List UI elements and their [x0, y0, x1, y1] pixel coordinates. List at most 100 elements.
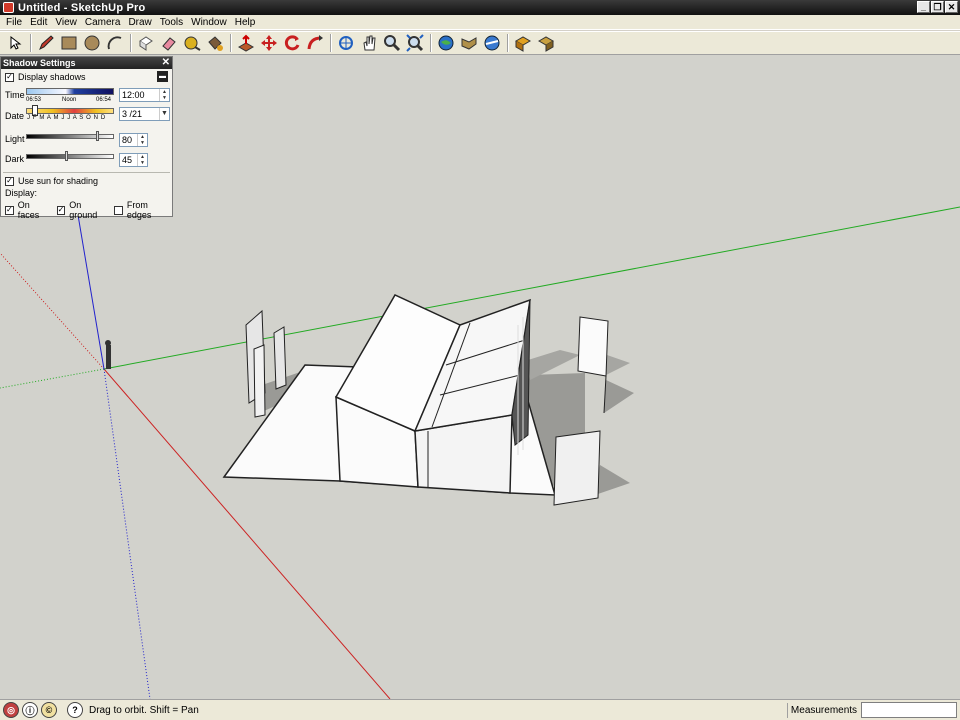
rotate-icon[interactable]	[281, 32, 303, 54]
panel-left-2	[253, 344, 266, 418]
restore-button[interactable]: ❐	[931, 1, 944, 13]
toggle-terrain-icon[interactable]	[535, 32, 557, 54]
ground-shadow	[604, 380, 634, 413]
light-value: 80	[122, 135, 133, 145]
toolbar-separator	[130, 34, 132, 52]
measurements-input[interactable]	[861, 702, 957, 718]
dark-label: Dark	[5, 154, 25, 164]
blue-axis-hidden	[103, 368, 151, 699]
time-start-label: 06:53	[26, 97, 42, 103]
toolbar-separator	[30, 34, 32, 52]
push-pull-icon[interactable]	[235, 32, 257, 54]
time-input[interactable]: 12:00 ▲ ▼	[119, 88, 170, 102]
toolbar-separator	[430, 34, 432, 52]
from-edges-checkbox[interactable]	[114, 205, 123, 215]
display-shadows-row: ✓ Display shadows	[5, 72, 86, 82]
menu-window[interactable]: Window	[187, 17, 231, 28]
panel-left-3	[273, 326, 287, 390]
toggle-details-icon[interactable]: ▬	[157, 71, 168, 82]
circle-icon[interactable]	[81, 32, 103, 54]
panel-divider	[3, 172, 170, 173]
toolbar	[0, 31, 960, 55]
window-controls: _ ❐ ✕	[917, 1, 958, 13]
dark-input[interactable]: 45 ▲ ▼	[119, 153, 148, 167]
pencil-icon[interactable]	[35, 32, 57, 54]
menu-tools[interactable]: Tools	[156, 17, 187, 28]
light-input[interactable]: 80 ▲ ▼	[119, 133, 148, 147]
geo-location-icon[interactable]: ◎	[3, 702, 19, 718]
from-edges-label: From edges	[126, 200, 152, 220]
follow-me-icon[interactable]	[304, 32, 326, 54]
ground-shadow	[595, 465, 630, 495]
eraser-icon[interactable]	[158, 32, 180, 54]
menu-draw[interactable]: Draw	[124, 17, 155, 28]
orbit-icon[interactable]	[335, 32, 357, 54]
light-slider-thumb[interactable]	[96, 131, 99, 141]
instructor-help-icon[interactable]: ?	[67, 702, 83, 718]
rectangle-icon[interactable]	[58, 32, 80, 54]
sketchup-app-icon	[3, 2, 14, 13]
panel-title: Shadow Settings	[3, 58, 76, 68]
get-current-view-icon[interactable]	[512, 32, 534, 54]
dark-slider[interactable]	[26, 154, 114, 159]
month-ticks: J F M A M J J A S O N D	[27, 115, 106, 121]
display-shadows-checkbox[interactable]: ✓	[5, 72, 14, 82]
menu-camera[interactable]: Camera	[81, 17, 125, 28]
get-models-icon[interactable]	[435, 32, 457, 54]
title-bar: Untitled - SketchUp Pro _ ❐ ✕	[0, 0, 960, 15]
menu-edit[interactable]: Edit	[26, 17, 51, 28]
arc-icon[interactable]	[104, 32, 126, 54]
window-title: Untitled - SketchUp Pro	[18, 1, 146, 14]
dark-value: 45	[122, 155, 133, 165]
date-input[interactable]: 3 /21 ▼	[119, 107, 170, 121]
date-label: Date	[5, 111, 25, 121]
time-slider[interactable]	[26, 88, 114, 95]
share-model-icon[interactable]	[458, 32, 480, 54]
tape-measure-icon[interactable]	[181, 32, 203, 54]
select-icon[interactable]	[4, 32, 26, 54]
minimize-button[interactable]: _	[917, 1, 930, 13]
measurements-label: Measurements	[787, 703, 860, 718]
green-axis	[103, 206, 960, 370]
date-value: 3 /21	[122, 109, 143, 119]
on-faces-label: On faces	[17, 200, 40, 220]
make-component-icon[interactable]	[135, 32, 157, 54]
move-icon[interactable]	[258, 32, 280, 54]
credits-icon[interactable]: ⓘ	[22, 702, 38, 718]
time-spinner-icon[interactable]: ▲ ▼	[159, 89, 169, 101]
panel-right-2	[553, 430, 601, 506]
light-label: Light	[5, 134, 25, 144]
panel-title-bar: Shadow Settings ✕	[1, 57, 172, 69]
date-dropdown-icon[interactable]: ▼	[159, 108, 169, 120]
sign-in-icon[interactable]: ©	[41, 702, 57, 718]
toolbar-separator	[507, 34, 509, 52]
sketchup-window: Untitled - SketchUp Pro _ ❐ ✕ File Edit …	[0, 0, 960, 720]
pan-icon[interactable]	[358, 32, 380, 54]
light-spinner-icon[interactable]: ▲ ▼	[137, 134, 147, 146]
use-sun-row: ✓ Use sun for shading	[5, 176, 98, 186]
google-earth-icon[interactable]	[481, 32, 503, 54]
red-axis-hidden	[0, 252, 105, 370]
zoom-icon[interactable]	[381, 32, 403, 54]
zoom-extents-icon[interactable]	[404, 32, 426, 54]
toolbar-separator	[330, 34, 332, 52]
on-ground-checkbox[interactable]: ✓	[56, 205, 66, 215]
time-value: 12:00	[122, 90, 145, 100]
display-options-row: ✓ On faces ✓ On ground From edges	[5, 200, 172, 220]
light-slider[interactable]	[26, 134, 114, 139]
display-shadows-label: Display shadows	[18, 72, 86, 82]
date-slider[interactable]	[26, 108, 114, 114]
use-sun-label: Use sun for shading	[18, 176, 99, 186]
time-noon-label: Noon	[62, 97, 77, 103]
menu-view[interactable]: View	[51, 17, 81, 28]
status-bar: ◎ ⓘ © ? Drag to orbit. Shift = Pan Measu…	[0, 699, 960, 720]
close-button[interactable]: ✕	[945, 1, 958, 13]
panel-close-icon[interactable]: ✕	[162, 57, 170, 69]
dark-slider-thumb[interactable]	[65, 151, 68, 161]
on-faces-checkbox[interactable]: ✓	[5, 205, 14, 215]
paint-bucket-icon[interactable]	[204, 32, 226, 54]
use-sun-checkbox[interactable]: ✓	[5, 176, 14, 186]
dark-spinner-icon[interactable]: ▲ ▼	[137, 154, 147, 166]
menu-file[interactable]: File	[2, 17, 26, 28]
menu-help[interactable]: Help	[231, 17, 260, 28]
